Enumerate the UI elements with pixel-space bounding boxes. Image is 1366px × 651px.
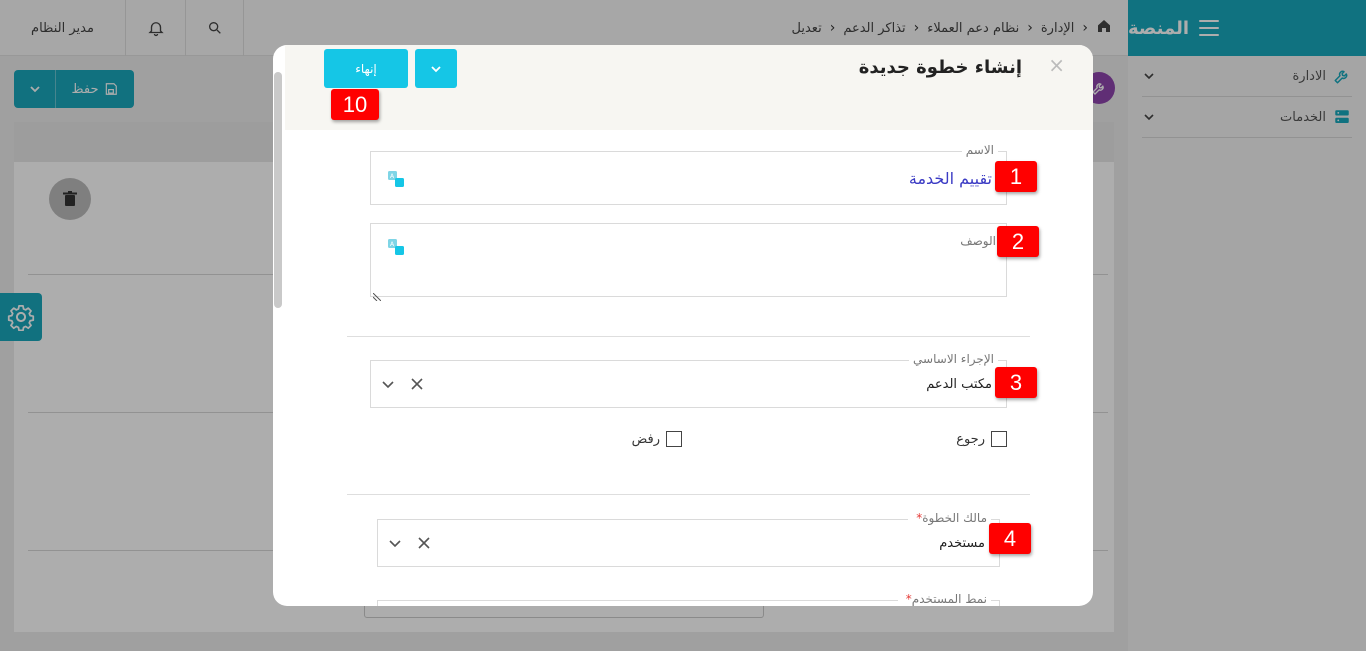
resize-handle-icon[interactable]	[372, 286, 382, 302]
translate-icon[interactable]: A	[387, 238, 405, 256]
annotation-badge: 10	[331, 89, 379, 120]
clear-icon[interactable]	[411, 378, 423, 390]
finish-options-button[interactable]	[415, 49, 457, 88]
chevron-down-icon	[431, 65, 441, 72]
step-owner-value: مستخدم	[939, 535, 985, 551]
checkbox-box[interactable]	[666, 431, 682, 447]
chevron-down-icon[interactable]	[388, 536, 402, 550]
name-field[interactable]: الاسم تقييم الخدمة A	[370, 143, 1007, 205]
description-field[interactable]: الوصف A	[370, 223, 1007, 302]
return-checkbox[interactable]: رجوع	[956, 431, 1007, 447]
description-label: الوصف	[960, 234, 996, 248]
clear-icon[interactable]	[418, 537, 430, 549]
close-icon[interactable]: ×	[1048, 55, 1065, 75]
name-value[interactable]: تقييم الخدمة	[909, 152, 992, 204]
finish-button[interactable]: إنهاء	[324, 49, 408, 88]
annotation-badge: 3	[995, 367, 1037, 398]
reject-checkbox[interactable]: رفض	[632, 431, 682, 447]
checkbox-box[interactable]	[991, 431, 1007, 447]
annotation-badge: 1	[995, 161, 1037, 192]
translate-icon[interactable]: A	[387, 170, 405, 188]
chevron-down-icon[interactable]	[381, 377, 395, 391]
user-type-select[interactable]: نمط المستخدم*	[377, 592, 1000, 606]
scrollbar[interactable]	[274, 72, 282, 308]
modal-header: إنشاء خطوة جديدة × إنهاء	[285, 45, 1093, 130]
annotation-badge: 2	[997, 226, 1039, 257]
return-label: رجوع	[956, 431, 985, 447]
reject-label: رفض	[631, 431, 660, 447]
create-step-modal: إنشاء خطوة جديدة × إنهاء الاسم تقييم الخ…	[273, 45, 1093, 606]
user-type-label: نمط المستخدم*	[897, 592, 991, 606]
section-divider	[347, 494, 1030, 495]
section-divider	[347, 336, 1030, 337]
modal-title: إنشاء خطوة جديدة	[858, 57, 1022, 78]
step-owner-select[interactable]: مالك الخطوة* مستخدم	[377, 511, 1000, 567]
primary-action-select[interactable]: الإجراء الاساسي مكتب الدعم	[370, 352, 1007, 408]
annotation-badge: 4	[989, 523, 1031, 554]
primary-action-value: مكتب الدعم	[926, 376, 992, 392]
